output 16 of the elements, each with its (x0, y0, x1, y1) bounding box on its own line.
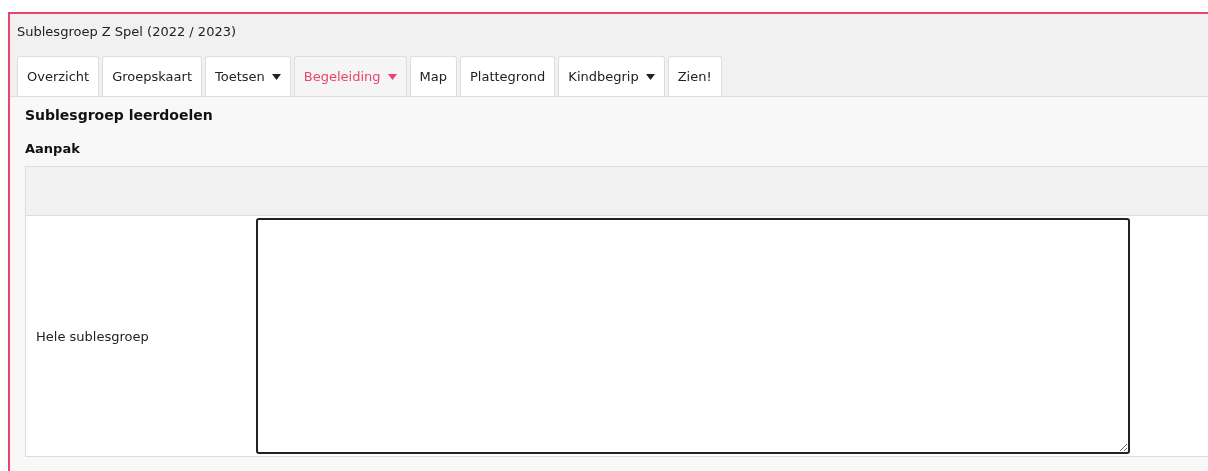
tab[interactable]: Begeleiding (293, 56, 407, 96)
tab[interactable]: Toetsen (205, 56, 291, 96)
tab[interactable]: Kindbegrip (558, 56, 665, 96)
tab[interactable]: Groepskaart (102, 56, 202, 96)
tab[interactable]: Zien! (667, 56, 722, 96)
row-label: Hele sublesgroep (35, 328, 150, 344)
section-heading: Sublesgroep leerdoelen (25, 107, 214, 123)
caret-icon (645, 73, 655, 80)
caret-icon (387, 73, 397, 80)
caret-icon (271, 73, 281, 80)
tab[interactable]: Plattegrond (460, 56, 556, 96)
text-area[interactable] (256, 218, 1130, 454)
tab[interactable]: Map (409, 56, 457, 96)
subsection-heading: Aanpak (25, 141, 81, 156)
window-title: Sublesgroep Z Spel (2022 / 2023) (17, 22, 237, 41)
tab[interactable]: Overzicht (17, 56, 100, 96)
